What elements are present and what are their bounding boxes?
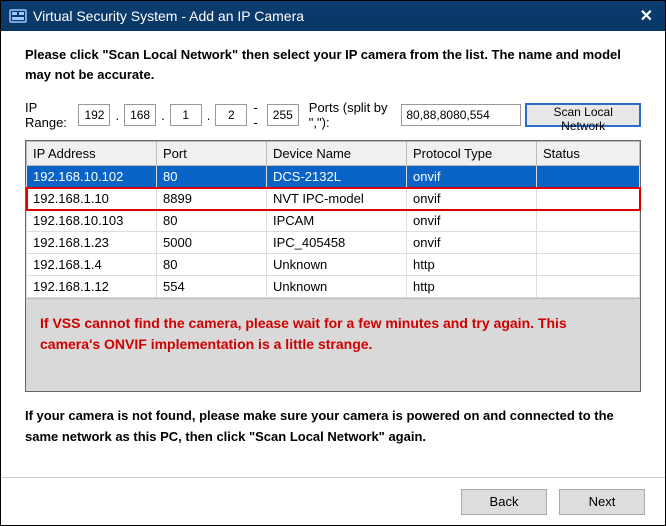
- cell-ip: 192.168.1.10: [27, 188, 157, 210]
- cell-port: 80: [157, 166, 267, 188]
- cell-port: 5000: [157, 232, 267, 254]
- ip-octet-end[interactable]: [267, 104, 299, 126]
- dot-separator: .: [160, 108, 166, 123]
- table-row[interactable]: 192.168.10.103 80 IPCAM onvif: [27, 210, 640, 232]
- col-status[interactable]: Status: [537, 142, 640, 166]
- col-ip[interactable]: IP Address: [27, 142, 157, 166]
- dot-separator: .: [206, 108, 212, 123]
- camera-table: IP Address Port Device Name Protocol Typ…: [25, 140, 641, 392]
- app-icon: [9, 7, 27, 25]
- col-protocol[interactable]: Protocol Type: [407, 142, 537, 166]
- warning-note: If VSS cannot find the camera, please wa…: [40, 313, 626, 355]
- col-device[interactable]: Device Name: [267, 142, 407, 166]
- cell-ip: 192.168.1.12: [27, 276, 157, 298]
- cell-device: IPCAM: [267, 210, 407, 232]
- ip-octet-3[interactable]: [170, 104, 202, 126]
- content-area: Please click "Scan Local Network" then s…: [1, 31, 665, 477]
- cell-port: 80: [157, 210, 267, 232]
- ip-octet-2[interactable]: [124, 104, 156, 126]
- ip-octet-4[interactable]: [215, 104, 247, 126]
- cell-status: [537, 188, 640, 210]
- cell-port: 554: [157, 276, 267, 298]
- cell-ip: 192.168.1.23: [27, 232, 157, 254]
- button-bar: Back Next: [1, 477, 665, 525]
- close-icon[interactable]: ✕: [636, 6, 657, 26]
- table-row[interactable]: 192.168.1.12 554 Unknown http: [27, 276, 640, 298]
- window-title: Virtual Security System - Add an IP Came…: [33, 8, 636, 24]
- back-button[interactable]: Back: [461, 489, 547, 515]
- ports-input[interactable]: [401, 104, 521, 126]
- blank-area: [21, 490, 141, 514]
- next-button[interactable]: Next: [559, 489, 645, 515]
- cell-protocol: http: [407, 276, 537, 298]
- footnote-text: If your camera is not found, please make…: [25, 406, 641, 448]
- cell-status: [537, 210, 640, 232]
- cell-ip: 192.168.10.103: [27, 210, 157, 232]
- cell-device: NVT IPC-model: [267, 188, 407, 210]
- cell-status: [537, 232, 640, 254]
- cell-device: DCS-2132L: [267, 166, 407, 188]
- ports-label: Ports (split by ","):: [309, 100, 398, 130]
- instructions-text: Please click "Scan Local Network" then s…: [25, 45, 641, 84]
- cell-device: Unknown: [267, 254, 407, 276]
- table-row[interactable]: 192.168.1.23 5000 IPC_405458 onvif: [27, 232, 640, 254]
- cell-port: 80: [157, 254, 267, 276]
- cell-device: IPC_405458: [267, 232, 407, 254]
- cell-protocol: onvif: [407, 232, 537, 254]
- note-panel: If VSS cannot find the camera, please wa…: [26, 298, 640, 391]
- ip-octet-1[interactable]: [78, 104, 110, 126]
- scan-local-network-button[interactable]: Scan Local Network: [525, 103, 641, 127]
- cell-protocol: onvif: [407, 188, 537, 210]
- table-row[interactable]: 192.168.1.4 80 Unknown http: [27, 254, 640, 276]
- table-row[interactable]: 192.168.1.10 8899 NVT IPC-model onvif: [27, 188, 640, 210]
- titlebar: Virtual Security System - Add an IP Came…: [1, 1, 665, 31]
- cell-port: 8899: [157, 188, 267, 210]
- col-port[interactable]: Port: [157, 142, 267, 166]
- dash-separator: --: [251, 100, 262, 130]
- table-row[interactable]: 192.168.10.102 80 DCS-2132L onvif: [27, 166, 640, 188]
- table-header-row: IP Address Port Device Name Protocol Typ…: [27, 142, 640, 166]
- ip-range-row: IP Range: . . . -- Ports (split by ","):…: [25, 100, 641, 130]
- cell-status: [537, 254, 640, 276]
- ip-range-label: IP Range:: [25, 100, 74, 130]
- cell-device: Unknown: [267, 276, 407, 298]
- cell-ip: 192.168.1.4: [27, 254, 157, 276]
- cell-status: [537, 276, 640, 298]
- cell-protocol: onvif: [407, 210, 537, 232]
- cell-ip: 192.168.10.102: [27, 166, 157, 188]
- cell-status: [537, 166, 640, 188]
- dot-separator: .: [114, 108, 120, 123]
- cell-protocol: onvif: [407, 166, 537, 188]
- cell-protocol: http: [407, 254, 537, 276]
